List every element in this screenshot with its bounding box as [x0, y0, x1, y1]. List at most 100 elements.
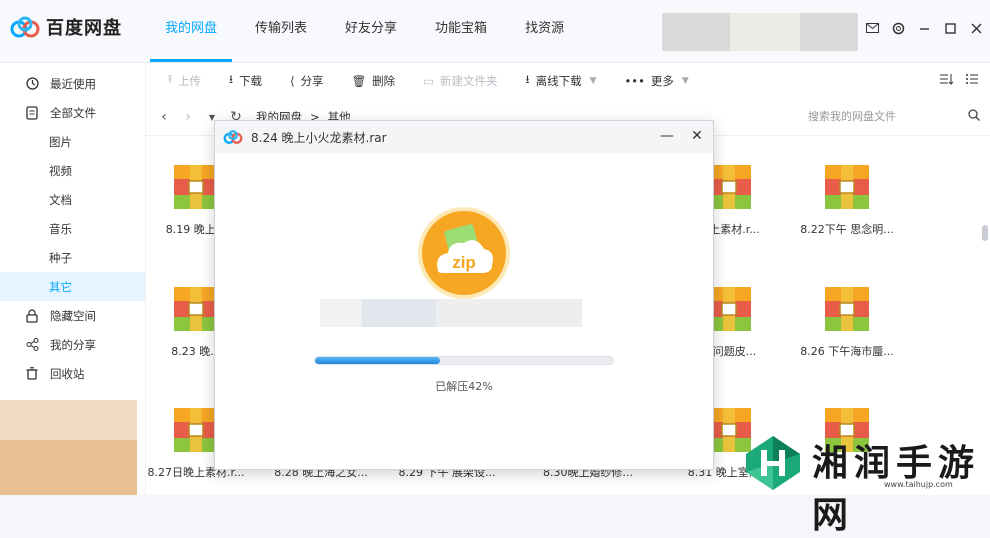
tab-toolbox[interactable]: 功能宝箱 [420, 0, 502, 62]
lock-icon [24, 308, 40, 324]
gear-icon[interactable] [890, 20, 906, 36]
chevron-down-icon: ▼ [589, 76, 597, 86]
close-icon[interactable] [968, 20, 984, 36]
promo-banner-blurred-lower[interactable] [0, 440, 137, 495]
file-item[interactable]: 8.26 下午海市蜃... [792, 285, 902, 359]
dialog-title: 8.24 晚上小火龙素材.rar [251, 130, 387, 145]
sort-icon[interactable] [940, 73, 954, 88]
scrollbar-thumb[interactable] [982, 225, 988, 241]
clock-icon [24, 76, 40, 92]
extract-status: 已解压42% [435, 380, 493, 393]
watermark-logo-icon [746, 436, 800, 490]
more-dots-icon: ••• [624, 74, 645, 88]
vip-area-blurred [730, 13, 800, 51]
extract-progress-fill [315, 357, 441, 364]
share-icon [24, 337, 40, 353]
maximize-icon[interactable] [942, 20, 958, 36]
download-icon: ⭳ [525, 71, 530, 86]
search-input[interactable]: 搜索我的网盘文件 [800, 108, 968, 124]
delete-button[interactable]: 🗑 删除 [338, 63, 410, 99]
back-icon[interactable]: ‹ [152, 109, 176, 125]
download-button[interactable]: ⭳ 下载 [215, 63, 276, 99]
sidebar-item-docs[interactable]: 文档 [0, 185, 145, 214]
offline-download-label: 离线下载 [535, 74, 582, 88]
sidebar-item-torrents[interactable]: 种子 [0, 243, 145, 272]
window-controls [864, 20, 984, 36]
tab-find-resources[interactable]: 找资源 [510, 0, 579, 62]
more-button[interactable]: ••• 更多 ▼ [611, 63, 703, 99]
main-nav: 我的网盘 传输列表 好友分享 功能宝箱 找资源 [150, 0, 587, 62]
upload-icon: ⭱ [168, 71, 173, 86]
sidebar: 最近使用 全部文件 图片 视频 文档 音乐 种子 其它 隐藏空间 我的分享 回收… [0, 63, 146, 495]
close-icon[interactable]: ✕ [689, 123, 705, 149]
search-icon[interactable] [968, 108, 980, 124]
site-watermark: 湘润手游网 www.taihujp.com [742, 432, 990, 536]
rar-archive-icon [172, 285, 220, 333]
zip-archive-icon: zip [416, 205, 512, 301]
sidebar-item-videos[interactable]: 视频 [0, 156, 145, 185]
tab-friend-share[interactable]: 好友分享 [330, 0, 412, 62]
sidebar-item-recycle-bin[interactable]: 回收站 [0, 359, 145, 388]
list-view-icon[interactable] [966, 73, 978, 88]
filename-blurred [436, 299, 582, 327]
tab-transfer-list[interactable]: 传输列表 [240, 0, 322, 62]
user-area-blurred[interactable] [662, 13, 730, 51]
view-controls [940, 73, 978, 88]
new-folder-label: 新建文件夹 [440, 74, 498, 88]
share-label: 分享 [300, 74, 324, 88]
account-area-blurred [800, 13, 858, 51]
promo-banner-blurred[interactable] [0, 400, 137, 440]
cloud-logo-icon [223, 130, 243, 144]
share-button[interactable]: ⟨ 分享 [276, 63, 338, 99]
sidebar-item-other[interactable]: 其它 [0, 272, 145, 301]
forward-icon[interactable]: › [176, 109, 200, 125]
folder-plus-icon: ▭ [423, 74, 435, 88]
offline-download-button[interactable]: ⭳ 离线下载 ▼ [512, 63, 611, 99]
filename-blurred [320, 299, 362, 327]
file-item[interactable]: 8.22下午 思念明... [792, 163, 902, 237]
upload-label: 上传 [178, 74, 202, 88]
extract-dialog: 8.24 晚上小火龙素材.rar — ✕ zip 已解压42% [214, 120, 714, 470]
app-title: 百度网盘 [46, 18, 122, 39]
delete-label: 删除 [372, 74, 396, 88]
upload-button[interactable]: ⭱ 上传 [154, 63, 215, 99]
watermark-url: www.taihujp.com [884, 480, 953, 489]
sidebar-item-label: 最近使用 [50, 76, 96, 91]
minimize-icon[interactable]: — [659, 123, 675, 149]
sidebar-item-images[interactable]: 图片 [0, 127, 145, 156]
share-icon: ⟨ [290, 74, 295, 88]
extract-progress-bar [314, 356, 614, 365]
sidebar-item-hidden-space[interactable]: 隐藏空间 [0, 301, 145, 330]
rar-archive-icon [172, 406, 220, 454]
sidebar-item-my-shares[interactable]: 我的分享 [0, 330, 145, 359]
chevron-down-icon: ▼ [681, 76, 689, 86]
sidebar-item-all-files[interactable]: 全部文件 [0, 98, 145, 127]
rar-archive-icon [172, 163, 220, 211]
new-folder-button[interactable]: ▭ 新建文件夹 [409, 63, 511, 99]
tab-my-drive[interactable]: 我的网盘 [150, 0, 233, 62]
app-logo: 百度网盘 [10, 14, 122, 40]
file-name: 8.26 下午海市蜃... [800, 345, 894, 358]
sidebar-item-label: 我的分享 [50, 337, 96, 352]
trash-icon [24, 366, 40, 382]
document-icon [24, 105, 40, 121]
dialog-window-controls: — ✕ [659, 123, 705, 149]
zip-label: zip [452, 253, 476, 272]
trash-icon: 🗑 [351, 74, 367, 88]
cloud-logo-icon [10, 16, 40, 38]
filename-blurred [362, 299, 436, 327]
sidebar-item-recent[interactable]: 最近使用 [0, 69, 145, 98]
toolbar: ⭱ 上传 ⭳ 下载 ⟨ 分享 🗑 删除 ▭ 新建文件夹 ⭳ 离线下载 ▼ •••… [146, 63, 990, 99]
dialog-titlebar[interactable]: 8.24 晚上小火龙素材.rar — ✕ [215, 121, 713, 153]
search-box[interactable]: 搜索我的网盘文件 [800, 102, 980, 130]
more-label: 更多 [650, 74, 674, 88]
minimize-icon[interactable] [916, 20, 932, 36]
mail-icon[interactable] [864, 20, 880, 36]
sidebar-item-label: 全部文件 [50, 105, 96, 120]
sidebar-item-label: 回收站 [50, 366, 85, 381]
sidebar-item-label: 隐藏空间 [50, 308, 96, 323]
download-icon: ⭳ [229, 71, 234, 86]
download-label: 下载 [239, 74, 263, 88]
sidebar-item-music[interactable]: 音乐 [0, 214, 145, 243]
rar-archive-icon [823, 285, 871, 333]
